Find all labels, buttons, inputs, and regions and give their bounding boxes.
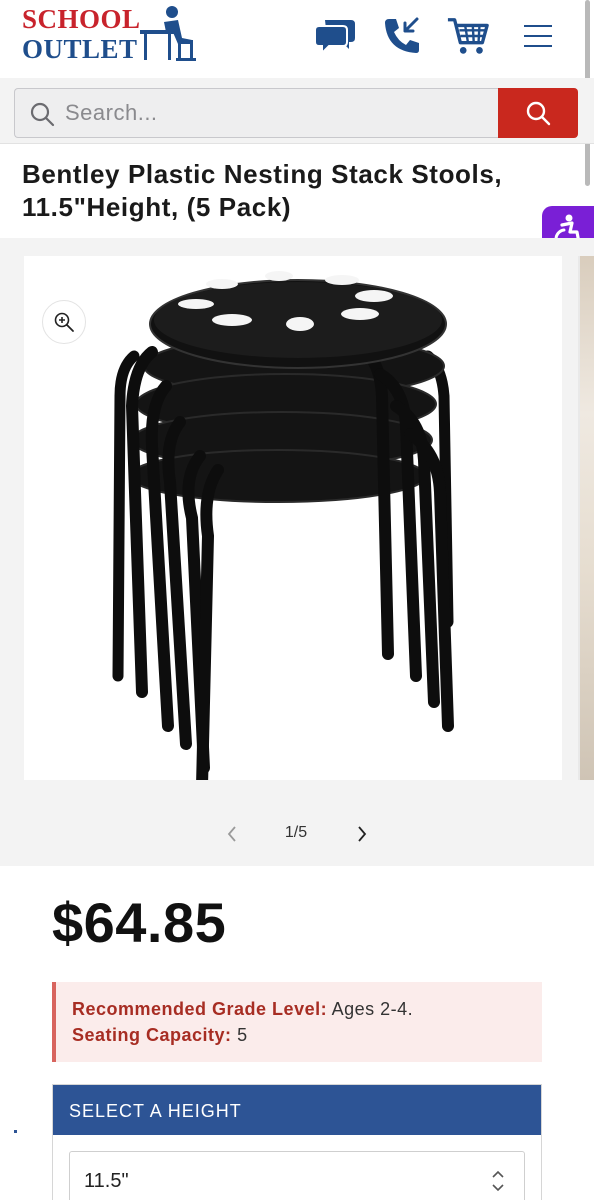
search-icon bbox=[526, 101, 551, 126]
chevron-left-icon bbox=[227, 826, 236, 842]
product-title: Bentley Plastic Nesting Stack Stools, 11… bbox=[22, 159, 503, 222]
previous-image-button[interactable] bbox=[220, 822, 244, 846]
select-updown-chevron-icon bbox=[492, 1170, 504, 1192]
search-field-container bbox=[14, 88, 498, 138]
zoom-button[interactable] bbox=[42, 300, 86, 344]
grade-level-label: Recommended Grade Level: bbox=[72, 999, 328, 1019]
chevron-right-icon bbox=[358, 826, 367, 842]
search-input[interactable] bbox=[65, 89, 485, 136]
logo-text-school: SCHOOL bbox=[22, 4, 141, 34]
product-image-gallery: 1/5 bbox=[0, 238, 594, 866]
stacked-stools-image bbox=[112, 271, 454, 780]
seating-capacity-value: 5 bbox=[237, 1025, 248, 1045]
gallery-pagination: 1/5 bbox=[0, 820, 594, 850]
zoom-in-icon bbox=[54, 312, 74, 332]
school-outlet-logo[interactable]: SCHOOL OUTLET bbox=[20, 4, 200, 66]
search-bar bbox=[0, 78, 594, 144]
next-image-button[interactable] bbox=[350, 822, 374, 846]
phone-icon[interactable] bbox=[380, 14, 424, 58]
grade-level-line: Recommended Grade Level: Ages 2-4. bbox=[72, 996, 542, 1022]
height-selector-heading: SELECT A HEIGHT bbox=[53, 1085, 541, 1135]
hamburger-menu-icon[interactable] bbox=[516, 14, 560, 58]
product-image[interactable] bbox=[24, 256, 562, 780]
height-select-dropdown[interactable]: 11.5" bbox=[69, 1151, 525, 1200]
product-details-notice: Recommended Grade Level: Ages 2-4. Seati… bbox=[52, 982, 542, 1062]
seating-capacity-label: Seating Capacity: bbox=[72, 1025, 232, 1045]
height-select-value: 11.5" bbox=[84, 1170, 129, 1192]
search-icon bbox=[30, 102, 55, 127]
focus-dot bbox=[14, 1130, 17, 1133]
logo-student-desk-icon bbox=[140, 6, 196, 61]
grade-level-value: Ages 2-4. bbox=[331, 999, 414, 1019]
product-info-card: $64.85 Recommended Grade Level: Ages 2-4… bbox=[24, 868, 572, 1200]
seating-capacity-line: Seating Capacity: 5 bbox=[72, 1022, 542, 1048]
gallery-page-counter: 1/5 bbox=[284, 824, 308, 841]
chat-icon[interactable] bbox=[314, 14, 358, 58]
height-selector: SELECT A HEIGHT 11.5" bbox=[52, 1084, 542, 1200]
search-submit-button[interactable] bbox=[498, 88, 578, 138]
site-header: SCHOOL OUTLET bbox=[0, 0, 594, 78]
product-price: $64.85 bbox=[52, 891, 227, 954]
next-image-preview[interactable] bbox=[578, 256, 594, 780]
cart-icon[interactable] bbox=[446, 14, 490, 58]
logo-text-outlet: OUTLET bbox=[22, 34, 138, 64]
